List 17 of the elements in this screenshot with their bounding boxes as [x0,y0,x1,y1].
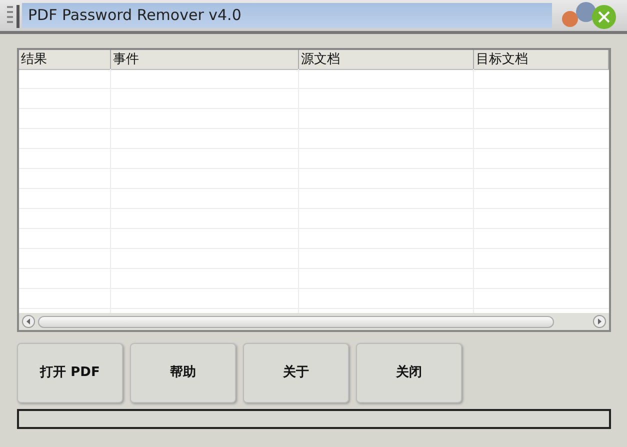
action-button[interactable]: 打开 PDF [17,343,123,403]
column-header[interactable]: 结果 [19,50,111,70]
horizontal-scrollbar[interactable] [19,313,609,330]
action-button[interactable]: 关于 [243,343,349,403]
action-button[interactable]: 帮助 [130,343,236,403]
column-header[interactable]: 事件 [111,50,299,70]
column-header[interactable]: 目标文档 [474,50,609,70]
minimize-button[interactable] [562,10,578,26]
scroll-right-icon[interactable] [593,315,606,328]
close-button[interactable] [592,4,616,28]
window-title: PDF Password Remover v4.0 [22,3,552,28]
action-button[interactable]: 关闭 [356,343,462,403]
maximize-button[interactable] [576,2,596,22]
scroll-left-icon[interactable] [22,315,35,328]
column-header[interactable]: 源文档 [299,50,474,70]
scrollbar-thumb[interactable] [38,316,554,328]
grip-icon [4,2,22,28]
